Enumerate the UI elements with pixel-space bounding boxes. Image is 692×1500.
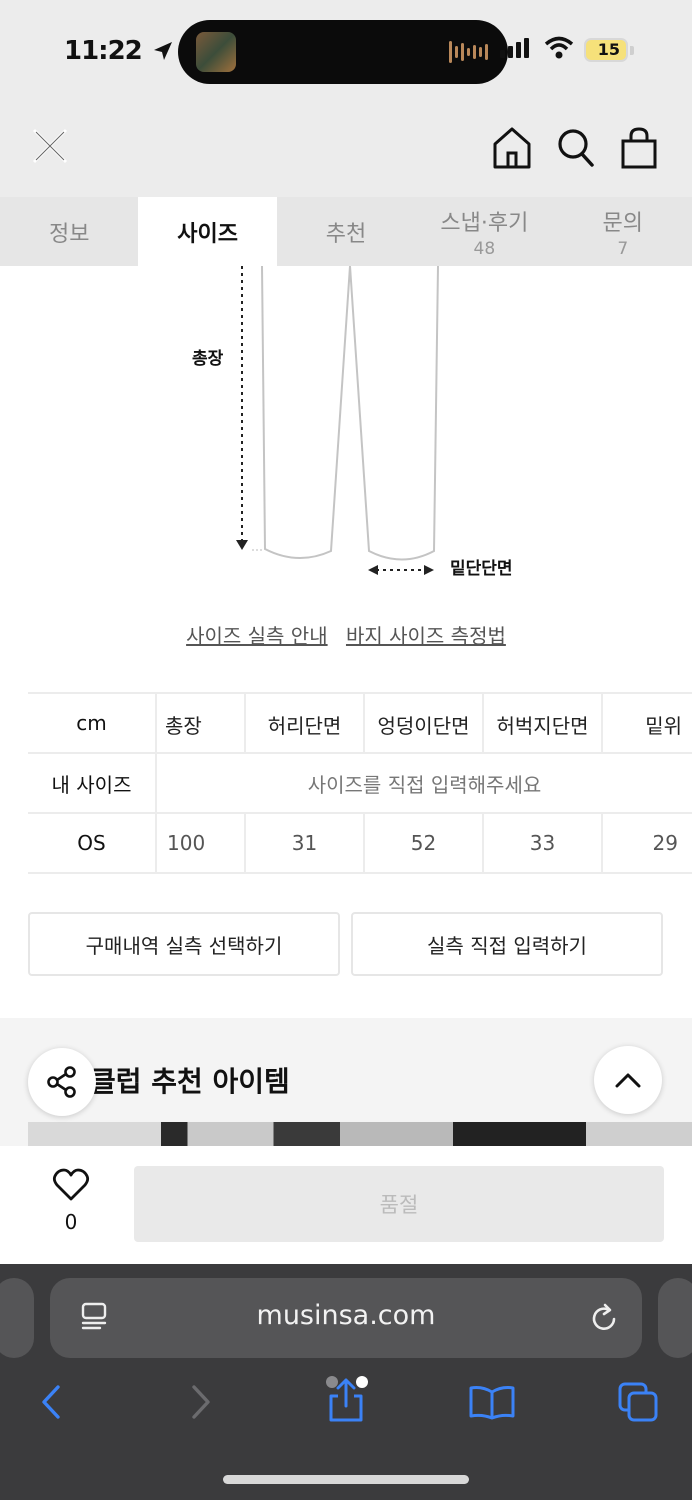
forward-icon[interactable] — [188, 1384, 214, 1420]
tab-recommend[interactable]: 추천 — [277, 197, 415, 266]
button-label: 구매내역 실측 선택하기 — [85, 933, 283, 958]
direct-input-size-button[interactable]: 실측 직접 입력하기 — [351, 912, 663, 976]
soldout-button[interactable]: 품절 — [134, 1166, 664, 1242]
bookmarks-icon[interactable] — [468, 1384, 516, 1420]
column-header: 총장 — [155, 692, 245, 754]
battery-cap — [630, 46, 634, 55]
tab-label: 정보 — [48, 221, 90, 247]
table-row-my-size: 내 사이즈 사이즈를 직접 입력해주세요 — [28, 753, 692, 814]
row-header: 내 사이즈 — [28, 753, 156, 814]
app-header — [0, 100, 692, 197]
share-page-icon[interactable] — [322, 1374, 372, 1424]
dynamic-island[interactable] — [178, 20, 508, 84]
back-icon[interactable] — [38, 1384, 64, 1420]
actual-size-guide-link[interactable]: 사이즈 실측 안내 — [186, 624, 328, 648]
recommend-title: 클럽 추천 아이템 — [90, 1065, 290, 1098]
album-art — [196, 32, 236, 72]
tab-count: 7 — [617, 238, 629, 259]
like-count: 0 — [64, 1210, 78, 1234]
tab-count: 48 — [473, 238, 496, 259]
wifi-icon — [544, 36, 574, 59]
size-guide-links: 사이즈 실측 안내 바지 사이즈 측정법 — [0, 620, 692, 649]
column-header: 밑위 — [601, 692, 692, 754]
share-icon — [47, 1066, 76, 1098]
column-header: 허벅지단면 — [482, 692, 602, 754]
recommend-thumbnails[interactable] — [28, 1122, 692, 1146]
table-cell: 31 — [244, 813, 364, 874]
url-text[interactable]: musinsa.com — [50, 1300, 642, 1331]
tab-label: 추천 — [325, 221, 367, 247]
tab-label: 사이즈 — [177, 221, 238, 247]
audio-wave-icon — [449, 38, 488, 66]
table-cell: 29 — [601, 813, 692, 874]
scroll-top-button[interactable] — [594, 1046, 662, 1114]
home-indicator[interactable] — [223, 1475, 469, 1484]
tab-snap-review[interactable]: 스냅·후기 48 — [415, 197, 553, 266]
column-header: 엉덩이단면 — [363, 692, 483, 754]
tab-label: 스냅·후기 — [440, 210, 529, 236]
column-header: 허리단면 — [244, 692, 364, 754]
size-table: cm 총장 허리단면 엉덩이단면 허벅지단면 밑위 내 사이즈 사이즈를 직접 … — [28, 692, 692, 874]
tabs-icon[interactable] — [616, 1380, 660, 1424]
pants-measure-guide-link[interactable]: 바지 사이즈 측정법 — [346, 624, 506, 648]
table-cell: 33 — [482, 813, 602, 874]
shopping-bag-icon[interactable] — [620, 126, 658, 170]
previous-tab-preview[interactable] — [0, 1278, 34, 1358]
chevron-up-icon — [615, 1073, 641, 1088]
status-bar: 11:22 15 — [0, 0, 692, 100]
close-icon[interactable] — [30, 126, 70, 166]
search-icon[interactable] — [556, 126, 596, 170]
tab-label: 문의 — [602, 210, 643, 236]
tab-info[interactable]: 정보 — [0, 197, 138, 266]
battery-icon: 15 — [584, 38, 628, 62]
cellular-signal-icon — [500, 36, 529, 58]
size-diagram: 총장 밑단단면 — [0, 265, 692, 596]
pants-illustration — [236, 265, 439, 575]
reload-icon[interactable] — [588, 1302, 620, 1334]
column-header: cm — [28, 692, 156, 754]
status-time: 11:22 — [64, 36, 143, 66]
share-button[interactable] — [28, 1048, 96, 1116]
button-label: 실측 직접 입력하기 — [427, 933, 587, 958]
purchase-history-size-button[interactable]: 구매내역 실측 선택하기 — [28, 912, 340, 976]
location-arrow-icon — [154, 42, 172, 60]
soldout-label: 품절 — [379, 1193, 419, 1217]
heart-icon[interactable] — [52, 1168, 90, 1202]
tab-size[interactable]: 사이즈 — [138, 197, 277, 266]
tab-inquiry[interactable]: 문의 7 — [554, 197, 692, 266]
table-cell: 100 — [155, 813, 245, 874]
next-tab-preview[interactable] — [658, 1278, 692, 1358]
table-cell: 52 — [363, 813, 483, 874]
my-size-input[interactable]: 사이즈를 직접 입력해주세요 — [155, 753, 692, 814]
table-row: OS 100 31 52 33 29 — [28, 813, 692, 874]
product-tabs: 정보 사이즈 추천 스냅·후기 48 문의 7 — [0, 197, 692, 266]
hem-width-label: 밑단단면 — [450, 559, 513, 579]
home-icon[interactable] — [492, 126, 532, 170]
row-header: OS — [28, 813, 156, 874]
total-length-label: 총장 — [192, 349, 224, 369]
table-header-row: cm 총장 허리단면 엉덩이단면 허벅지단면 밑위 — [28, 692, 692, 754]
